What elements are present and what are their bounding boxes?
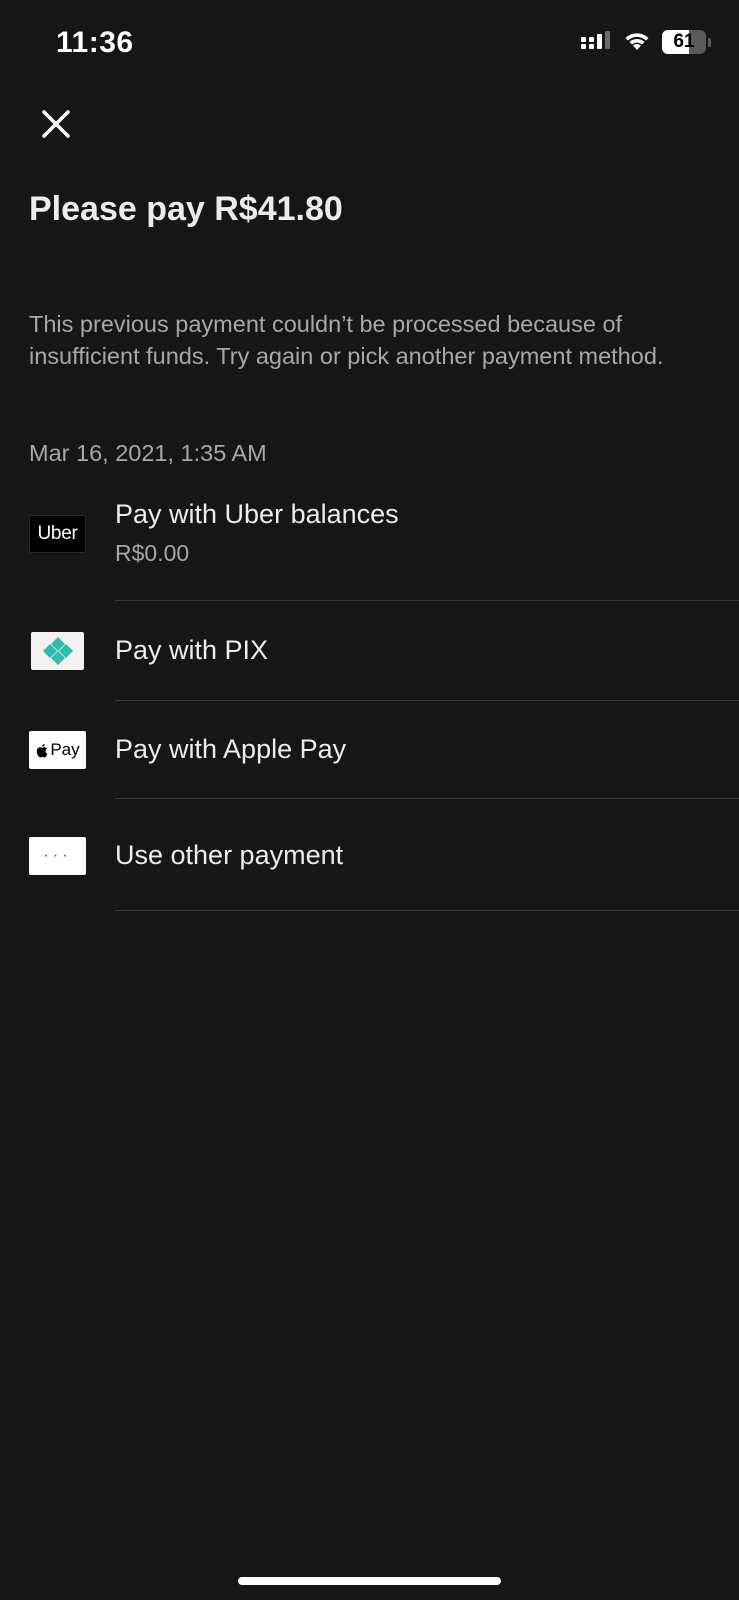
- status-bar: 11:36 61: [0, 0, 739, 90]
- pix-logo-icon: [31, 632, 84, 670]
- payment-option-uber-balances[interactable]: Uber Pay with Uber balances R$0.00: [0, 484, 739, 601]
- status-icons: 61: [580, 30, 711, 54]
- payment-option-text: Pay with Uber balances R$0.00: [115, 499, 399, 567]
- battery-body: 61: [662, 30, 706, 54]
- apple-glyph-icon: [37, 743, 48, 757]
- close-button[interactable]: [36, 104, 76, 144]
- payment-option-text: Use other payment: [115, 840, 343, 871]
- more-dots-icon: ···: [29, 837, 86, 875]
- payment-option-label: Use other payment: [115, 840, 344, 870]
- uber-logo-icon: Uber: [29, 515, 86, 553]
- battery-icon: 61: [662, 30, 711, 54]
- payment-option-pix[interactable]: Pay with PIX: [0, 601, 739, 701]
- pix-diamond-shape: [42, 637, 73, 665]
- payment-option-text: Pay with PIX: [115, 635, 268, 666]
- more-dots-text: ···: [43, 847, 72, 864]
- apple-pay-logo-icon: Pay: [29, 731, 86, 769]
- wifi-icon: [625, 33, 649, 50]
- payment-option-text: Pay with Apple Pay: [115, 734, 346, 765]
- status-time: 11:36: [56, 26, 134, 59]
- uber-logo-text: Uber: [37, 523, 78, 544]
- payment-option-other[interactable]: ··· Use other payment: [0, 799, 739, 911]
- payment-error-message: This previous payment couldn’t be proces…: [29, 311, 664, 369]
- payment-option-label: Pay with PIX: [115, 635, 269, 665]
- close-icon: [42, 110, 70, 138]
- home-indicator[interactable]: [238, 1577, 501, 1585]
- payment-option-label: Pay with Uber balances: [115, 499, 399, 529]
- payment-option-label: Pay with Apple Pay: [115, 734, 347, 764]
- signal-icon: [581, 31, 610, 49]
- payment-option-balance: R$0.00: [115, 540, 190, 566]
- payment-options-list: Uber Pay with Uber balances R$0.00 Pay w…: [0, 484, 739, 911]
- payment-timestamp: Mar 16, 2021, 1:35 AM: [29, 440, 267, 466]
- battery-level: 61: [673, 31, 695, 52]
- battery-cap: [708, 37, 711, 47]
- payment-option-apple-pay[interactable]: Pay Pay with Apple Pay: [0, 701, 739, 799]
- page-title: Please pay R$41.80: [29, 190, 343, 228]
- apple-pay-logo-text: Pay: [50, 740, 80, 759]
- divider: [115, 910, 739, 911]
